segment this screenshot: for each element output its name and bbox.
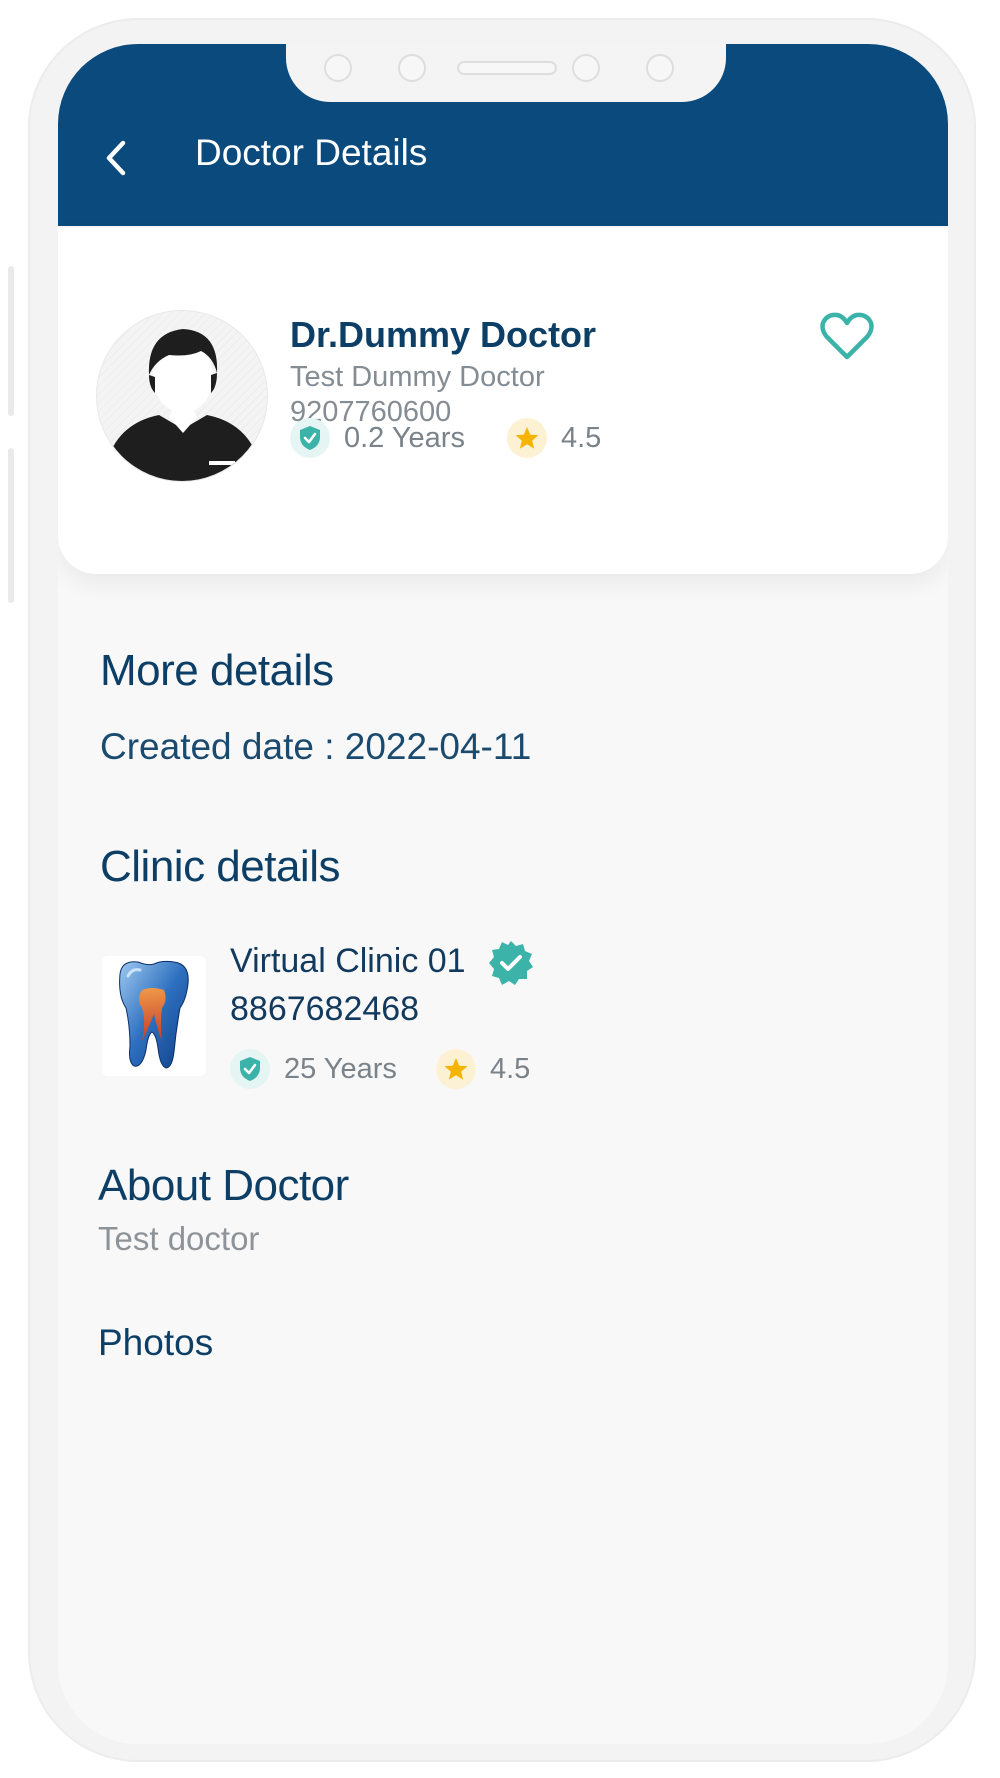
experience-text: 25 Years <box>284 1053 397 1085</box>
experience-text: 0.2 Years <box>344 422 465 454</box>
doctor-experience: 0.2 Years <box>290 418 465 458</box>
doctor-avatar <box>96 310 268 482</box>
phone-side-button <box>8 448 14 603</box>
phone-side-button <box>8 266 14 416</box>
about-doctor-title: About Doctor <box>98 1161 349 1210</box>
back-button[interactable] <box>96 128 136 188</box>
clinic-phone: 8867682468 <box>230 990 420 1028</box>
favorite-button[interactable] <box>819 311 875 363</box>
sensor-dot <box>646 54 674 82</box>
tooth-icon <box>119 960 189 1069</box>
phone-speaker <box>457 61 557 75</box>
rating-badge <box>507 418 547 458</box>
shield-check-icon <box>300 426 320 450</box>
sensor-dot <box>398 54 426 82</box>
created-date: Created date : 2022-04-11 <box>100 726 532 767</box>
camera-dot <box>572 54 600 82</box>
phone-notch <box>286 44 726 102</box>
verified-badge-icon <box>489 941 533 985</box>
doctor-specialty: Test Dummy Doctor <box>290 361 545 393</box>
more-details-title: More details <box>100 646 334 695</box>
photos-title: Photos <box>98 1322 214 1363</box>
shield-check-icon <box>240 1057 260 1081</box>
clinic-name: Virtual Clinic 01 <box>230 942 466 980</box>
clinic-details-title: Clinic details <box>100 842 340 891</box>
heart-outline-icon <box>820 312 874 360</box>
sensor-dot <box>324 54 352 82</box>
app-screen: Doctor Details Dr.Dummy Doctor Test Dumm… <box>58 44 948 1744</box>
user-avatar-icon <box>97 311 267 481</box>
star-icon <box>444 1058 468 1080</box>
doctor-name: Dr.Dummy Doctor <box>290 314 597 355</box>
page-title: Doctor Details <box>195 132 428 173</box>
clinic-experience: 25 Years <box>230 1049 397 1089</box>
rating-text: 4.5 <box>561 422 602 454</box>
doctor-profile-card: Dr.Dummy Doctor Test Dummy Doctor 920776… <box>58 228 948 574</box>
star-icon <box>515 427 539 449</box>
chevron-left-icon <box>106 140 126 176</box>
rating-badge <box>436 1049 476 1089</box>
experience-badge <box>230 1049 270 1089</box>
verified-badge <box>488 940 534 986</box>
about-doctor-text: Test doctor <box>98 1220 260 1257</box>
experience-badge <box>290 418 330 458</box>
rating-text: 4.5 <box>490 1053 531 1085</box>
clinic-image[interactable] <box>102 956 206 1076</box>
clinic-rating: 4.5 <box>436 1049 530 1089</box>
doctor-rating: 4.5 <box>507 418 601 458</box>
